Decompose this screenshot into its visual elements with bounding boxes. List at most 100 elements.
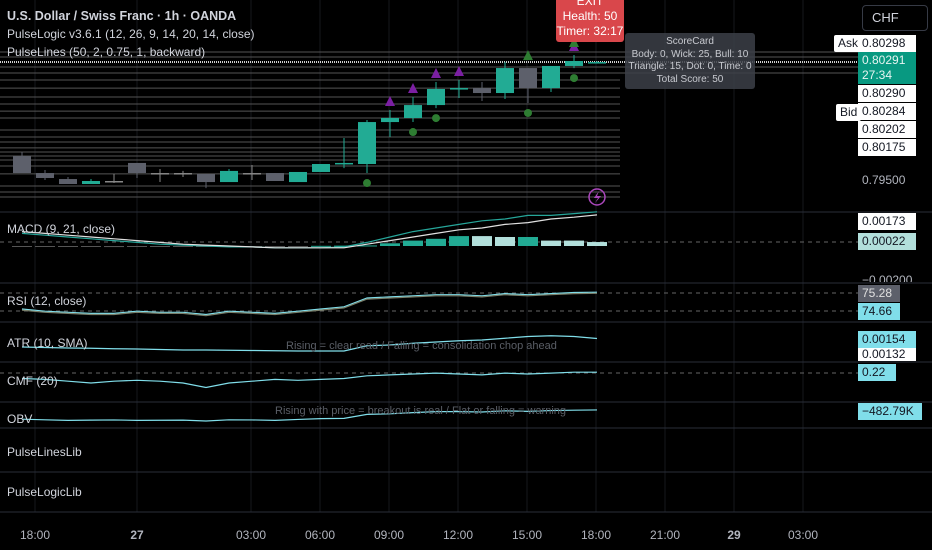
exit-health: Health: 50 [562, 9, 618, 23]
time-tick-label: 29 [727, 528, 741, 542]
macd-histogram-bar [35, 246, 55, 247]
macd-histogram-bar [12, 246, 32, 247]
chart-canvas[interactable] [0, 0, 932, 550]
bid-price: 0.80284 [858, 103, 916, 120]
candle-body [565, 61, 583, 66]
level-price-2: 0.80202 [858, 121, 916, 138]
candle-body [496, 68, 514, 94]
macd-histogram-bar [173, 246, 193, 247]
macd-histogram-bar [104, 246, 124, 248]
macd-histogram-bar [58, 246, 78, 247]
macd-histogram-bar [587, 242, 607, 246]
candle-body [427, 88, 445, 106]
candle-body [312, 164, 330, 172]
exit-tooltip: EXIT Health: 50 Timer: 32:17 [556, 0, 624, 42]
green-dot-marker [363, 179, 371, 188]
macd-histogram-bar [495, 237, 515, 246]
time-tick-label: 06:00 [304, 528, 336, 542]
candle-body [358, 122, 376, 165]
atr-value-b: 0.00132 [858, 348, 916, 361]
indicator-pulselines-legend[interactable]: PulseLines (50, 2, 0.75, 1, backward) [7, 45, 205, 59]
price-tick: 0.79500 [862, 173, 906, 187]
pulselineslib-pane-title[interactable]: PulseLinesLib [7, 445, 82, 459]
scorecard-line1: Body: 0, Wick: 25, Bull: 10 [631, 48, 749, 60]
cmf-value: 0.22 [858, 364, 896, 381]
time-tick-label: 18:00 [580, 528, 612, 542]
scorecard-line2: Triangle: 15, Dot: 0, Time: 0 [628, 61, 752, 72]
green-dot-marker [409, 128, 417, 137]
macd-histogram-bar [564, 240, 584, 246]
candle-body [289, 171, 307, 183]
symbol-title[interactable]: U.S. Dollar / Swiss Franc · 1h · OANDA [7, 9, 236, 23]
macd-histogram-bar [311, 245, 331, 247]
macd-histogram-bar [288, 246, 308, 247]
candle-body [243, 173, 261, 175]
rsi-ma-line [21, 292, 598, 317]
candle-body [105, 181, 123, 183]
indicator-pulselogic-legend[interactable]: PulseLogic v3.6.1 (12, 26, 9, 14, 20, 14… [7, 27, 255, 41]
scorecard-line3: Total Score: 50 [656, 73, 724, 85]
macd-histogram-bar [127, 246, 147, 247]
candle-body [174, 173, 192, 175]
candle-body [266, 173, 284, 181]
rsi-title[interactable]: RSI (12, close) [7, 294, 86, 308]
candle-body [404, 105, 422, 118]
green-dot-marker [432, 114, 440, 123]
purple-triangle-marker [385, 96, 395, 107]
rsi-value-a: 75.28 [858, 285, 900, 302]
candle-body [473, 88, 491, 94]
scorecard-title: ScoreCard [666, 36, 714, 47]
exit-timer: Timer: 32:17 [556, 24, 624, 38]
macd-histogram-bar [403, 240, 423, 246]
atr-hint: Rising = clear read / Falling = consolid… [286, 340, 557, 352]
macd-hist-value: 0.00022 [858, 233, 916, 250]
level-price-3: 0.80175 [858, 139, 916, 156]
cmf-title[interactable]: CMF (20) [7, 374, 58, 388]
candle-body [519, 68, 537, 89]
obv-title[interactable]: OBV [7, 412, 32, 426]
macd-histogram-bar [518, 237, 538, 246]
time-tick-label: 21:00 [649, 528, 681, 542]
time-tick-label: 27 [130, 528, 144, 542]
obv-value: −482.79K [858, 403, 922, 420]
rsi-value-b: 74.66 [858, 303, 900, 320]
bar-countdown: 27:34 [862, 68, 893, 82]
time-tick-label: 15:00 [511, 528, 543, 542]
macd-tick: −0.00200 [862, 273, 913, 282]
ask-price: 0.80298 [858, 35, 916, 52]
time-tick-label: 03:00 [235, 528, 267, 542]
candle-body [36, 173, 54, 178]
scorecard: ScoreCard Body: 0, Wick: 25, Bull: 10 Tr… [625, 33, 755, 89]
candle-body [197, 173, 215, 183]
last-price: 0.80291 [862, 53, 906, 67]
time-tick-label: 03:00 [787, 528, 819, 542]
macd-histogram-bar [449, 236, 469, 246]
level-price-1: 0.80290 [858, 85, 916, 102]
candle-body [220, 170, 238, 183]
time-tick-label: 18:00 [19, 528, 51, 542]
time-tick-label: 09:00 [373, 528, 405, 542]
lightning-bolt [594, 191, 601, 203]
last-price-badge: 0.80291 27:34 [858, 52, 916, 84]
macd-title[interactable]: MACD (9, 21, close) [7, 222, 115, 236]
green-dot-marker [524, 108, 532, 117]
macd-histogram-bar [541, 240, 561, 246]
time-tick-label: 12:00 [442, 528, 474, 542]
macd-histogram-bar [265, 246, 285, 247]
macd-histogram-bar [380, 243, 400, 246]
macd-histogram-bar [472, 236, 492, 246]
atr-title[interactable]: ATR (10, SMA) [7, 336, 87, 350]
macd-histogram-bar [81, 246, 101, 247]
macd-histogram-bar [426, 238, 446, 246]
cmf-line [21, 371, 597, 389]
currency-button[interactable]: CHF [862, 5, 928, 31]
candle-body [128, 162, 146, 174]
candle-body [450, 88, 468, 90]
macd-histogram-bar [150, 246, 170, 247]
macd-value: 0.00173 [858, 213, 916, 230]
pulselogiclib-pane-title[interactable]: PulseLogicLib [7, 485, 82, 499]
candle-body [13, 156, 31, 174]
obv-hint: Rising with price = breakout is real / F… [275, 405, 567, 417]
candle-body [588, 62, 606, 64]
candle-body [59, 179, 77, 185]
